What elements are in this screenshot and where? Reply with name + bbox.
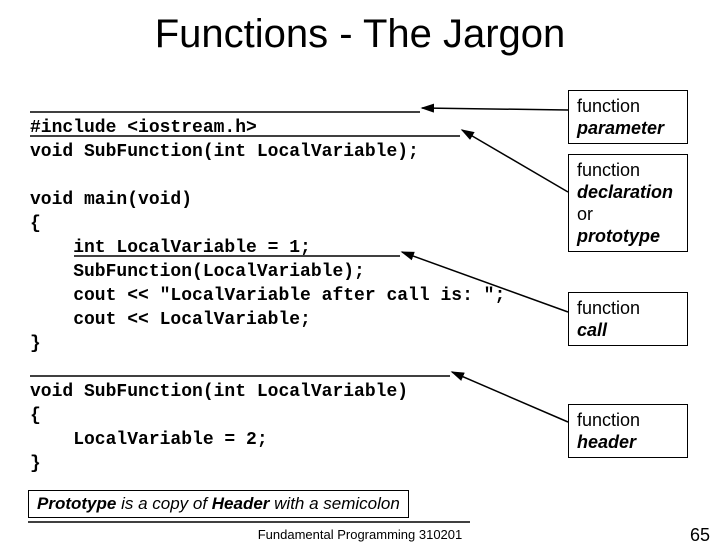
label-text: or [577,204,593,224]
label-parameter: function parameter [568,90,688,144]
label-text: function [577,96,640,116]
code-line: { [30,214,41,234]
note-text: with a semicolon [269,494,399,513]
slide-title: Functions - The Jargon [0,12,720,57]
label-call: function call [568,292,688,346]
code-block: #include <iostream.h> void SubFunction(i… [30,92,505,476]
label-text: function [577,410,640,430]
code-line: } [30,334,41,354]
label-text: call [577,320,607,340]
code-line: SubFunction(LocalVariable); [30,262,365,282]
page-number: 65 [690,525,710,546]
label-text: header [577,432,636,452]
label-declaration: function declaration or prototype [568,154,688,252]
code-line: } [30,454,41,474]
note-text: Header [212,494,270,513]
code-line: { [30,406,41,426]
code-line: int LocalVariable = 1; [30,238,311,258]
label-header: function header [568,404,688,458]
code-line: LocalVariable = 2; [30,430,268,450]
label-text: function [577,160,640,180]
label-text: declaration [577,182,673,202]
code-line: void SubFunction(int LocalVariable) [30,382,408,402]
code-line: void main(void) [30,190,192,210]
label-text: function [577,298,640,318]
note: Prototype is a copy of Header with a sem… [28,490,409,518]
note-text: Prototype [37,494,116,513]
code-line: cout << LocalVariable; [30,310,311,330]
code-line: cout << "LocalVariable after call is: "; [30,286,505,306]
label-text: parameter [577,118,664,138]
note-text: is a copy of [116,494,211,513]
label-text: prototype [577,226,660,246]
code-line: void SubFunction(int LocalVariable); [30,142,419,162]
code-line: #include <iostream.h> [30,118,257,138]
